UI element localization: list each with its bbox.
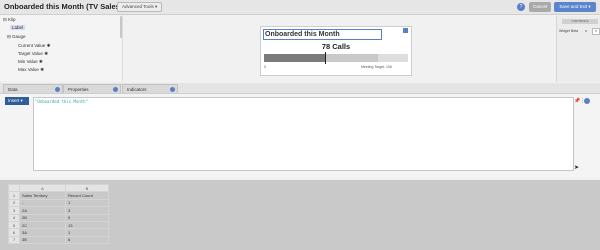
tree-item-current-value[interactable]: Current Value ✱ [18, 43, 50, 49]
row-number: 4 [8, 213, 20, 222]
gauge-end-zone [378, 54, 408, 62]
table-cell[interactable]: 2B [19, 213, 66, 222]
help-icon[interactable]: ? [517, 3, 525, 11]
column-header-row: A B [8, 183, 109, 193]
tree-scrollbar[interactable] [120, 16, 122, 38]
table-cell[interactable]: 9 [65, 213, 109, 222]
row-number: 5 [8, 220, 20, 230]
resize-handle-icon[interactable] [403, 28, 408, 33]
row-number: 2 [8, 198, 20, 208]
table-row: 6 3A 1 [8, 228, 109, 237]
table-cell[interactable]: 1 [65, 228, 109, 237]
table-row: 5 2C 13 [8, 220, 109, 230]
tree-item-gauge[interactable]: ⊟ Gauge [7, 34, 26, 40]
tree-item-label[interactable]: Label [10, 25, 26, 30]
row-number: 7 [8, 235, 20, 245]
widget-beta-label: Widget Beta [559, 29, 579, 33]
table-cell[interactable]: 2C [19, 220, 66, 230]
table-cell[interactable]: 3 [65, 206, 109, 215]
table-cell[interactable]: 13 [65, 220, 109, 230]
advanced-tools-dropdown[interactable]: Advanced Tools ▾ [117, 2, 163, 12]
save-and-exit-button[interactable]: Save and Exit ▾ [554, 2, 596, 12]
table-cell[interactable]: Record Count [65, 191, 109, 200]
tree-item-min-value[interactable]: Min Value ✱ [18, 59, 43, 65]
column-letter[interactable]: A [19, 183, 66, 193]
data-table: A B 1 Sales Territory Record Count 2 - 1… [8, 183, 109, 245]
table-cell[interactable]: - [19, 198, 66, 208]
row-number: 3 [8, 206, 20, 215]
gauge-value-label: 78 Calls [321, 42, 351, 51]
table-row: 2 - 1 [8, 198, 109, 208]
table-row: 7 3B 6 [8, 235, 109, 245]
collapse-icon[interactable]: ⊟ [7, 34, 11, 39]
collapse-icon[interactable]: ⊟ [3, 17, 7, 22]
right-panel-header: CONTROLS [562, 19, 598, 24]
component-tree: ⊟ Klip Label ⊟ Gauge Current Value ✱ Tar… [0, 15, 123, 81]
row-number: 1 [8, 191, 20, 200]
right-panel [556, 16, 600, 82]
row-number: 6 [8, 228, 20, 237]
gauge-fill [264, 54, 326, 62]
table-row: 1 Sales Territory Record Count [8, 191, 109, 200]
tab-indicators[interactable]: Indicators [122, 84, 178, 93]
cursor-icon: ➤ [574, 165, 580, 171]
info-icon[interactable] [584, 98, 590, 104]
properties-icon: ✱ [40, 67, 44, 72]
properties-icon: ✱ [44, 51, 48, 56]
properties-icon: ✱ [38, 59, 43, 64]
tab-data[interactable]: Data [3, 84, 63, 93]
tree-item-target-value[interactable]: Target Value ✱ [18, 51, 48, 57]
tree-item-max-value[interactable]: Max Value ✱ [18, 67, 44, 73]
formula-editor[interactable] [33, 97, 574, 171]
cancel-button[interactable]: Cancel [529, 2, 551, 12]
table-cell[interactable]: 3A [19, 228, 66, 237]
tree-item-klip[interactable]: ⊟ Klip [3, 17, 16, 23]
table-cell[interactable]: 3B [19, 235, 66, 245]
properties-icon: ✱ [46, 43, 51, 48]
tab-properties[interactable]: Properties [63, 84, 121, 93]
insert-button[interactable]: Insert ▾ [5, 97, 29, 105]
formula-text[interactable]: "Onboarded this Month" [35, 99, 88, 104]
table-cell[interactable]: Sales Territory [19, 191, 66, 200]
close-icon[interactable]: x [585, 28, 587, 33]
info-icon[interactable] [170, 87, 175, 92]
info-icon[interactable] [113, 87, 118, 92]
table-row: 3 2A 3 [8, 206, 109, 215]
gauge-target-label: Meeting Target: 106 [361, 65, 392, 69]
table-cell[interactable]: 1 [65, 198, 109, 208]
column-letter[interactable]: B [65, 183, 109, 193]
page-title: Onboarded this Month (TV Sales B... [4, 2, 134, 11]
table-cell[interactable]: 2A [19, 206, 66, 215]
table-row: 4 2B 9 [8, 213, 109, 222]
gauge-marker [324, 52, 327, 64]
widget-title[interactable]: Onboarded this Month [263, 29, 382, 40]
chevron-down-icon[interactable]: ▾ [592, 28, 600, 35]
table-cell[interactable]: 6 [65, 235, 109, 245]
gauge-widget-preview[interactable]: Onboarded this Month 78 Calls 0 Meeting … [260, 26, 412, 76]
info-icon[interactable] [55, 87, 60, 92]
gauge-min-label: 0 [264, 65, 266, 69]
